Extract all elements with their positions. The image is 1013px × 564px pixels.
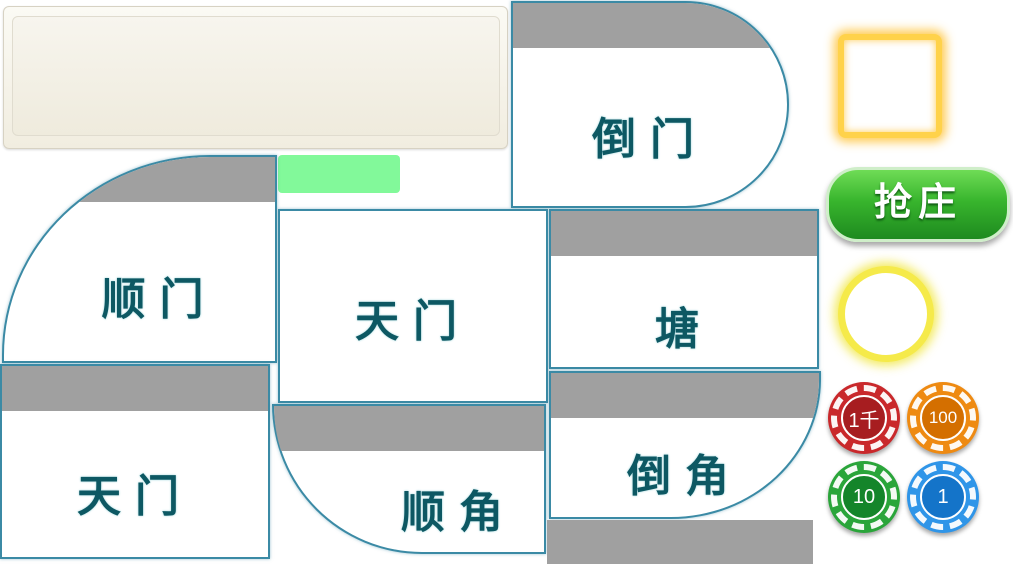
- zone-shunjiao[interactable]: 顺角: [272, 404, 546, 554]
- bottom-bar: [547, 520, 813, 564]
- chip-10[interactable]: 10: [828, 461, 900, 533]
- chip-1000[interactable]: 1千: [828, 382, 900, 454]
- zone-label: 顺角: [401, 487, 517, 538]
- info-panel: [3, 6, 508, 149]
- zone-tang[interactable]: 塘: [549, 209, 819, 369]
- zone-label: 倒门: [592, 114, 708, 165]
- zone-tianmen-center[interactable]: 天门: [278, 209, 548, 403]
- chip-label: 100: [920, 395, 966, 441]
- zone-label: 天门: [77, 471, 193, 522]
- zone-daomen-top[interactable]: 倒门: [511, 1, 789, 208]
- chip-label: 1: [920, 474, 966, 520]
- zone-header-bar: [4, 157, 275, 202]
- green-slot: [278, 155, 400, 193]
- zone-header-bar: [2, 366, 268, 411]
- zone-label: 顺门: [101, 274, 218, 325]
- zone-shunmen[interactable]: 顺门: [2, 155, 277, 363]
- zone-header-bar: [551, 211, 817, 256]
- info-panel-inner: [12, 16, 500, 136]
- chip-1[interactable]: 1: [907, 461, 979, 533]
- chip-select-ring: [838, 266, 934, 362]
- zone-daojiao[interactable]: 倒角: [549, 371, 821, 519]
- grab-banker-button[interactable]: 抢庄: [826, 167, 1010, 242]
- zone-header-bar: [551, 373, 819, 418]
- chip-label: 1千: [841, 395, 887, 441]
- chip-label: 10: [841, 474, 887, 520]
- zone-header-bar: [274, 406, 544, 451]
- zone-label: 塘: [655, 304, 713, 355]
- chip-100[interactable]: 100: [907, 382, 979, 454]
- zone-tianmen-left[interactable]: 天门: [0, 364, 270, 559]
- highlight-frame: [838, 34, 942, 138]
- zone-label: 天门: [355, 296, 471, 347]
- zone-header-bar: [513, 3, 787, 48]
- zone-label: 倒角: [627, 451, 743, 502]
